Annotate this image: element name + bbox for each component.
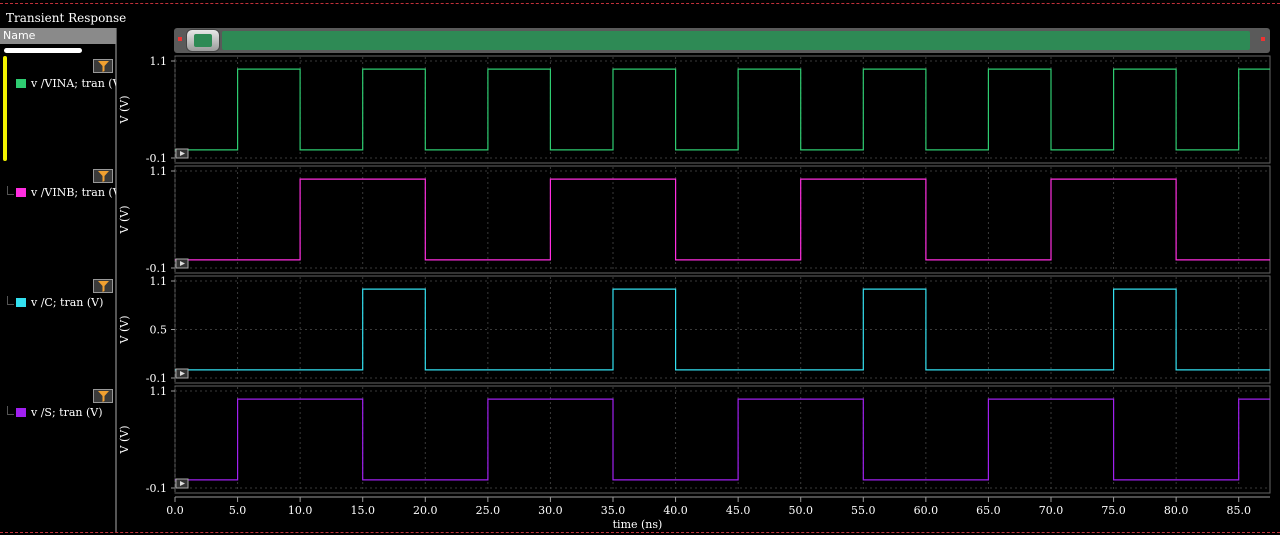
x-tick-label: 20.0: [413, 504, 438, 517]
y-tick-label: -0.1: [146, 372, 167, 385]
x-tick-label: 45.0: [726, 504, 751, 517]
y-axis-label: V (V): [118, 316, 131, 345]
plot-panel-frame: [174, 55, 1271, 164]
x-tick-label: 0.0: [166, 504, 184, 517]
x-tick-label: 5.0: [229, 504, 247, 517]
y-tick-label: 1.1: [150, 275, 168, 288]
x-tick-label: 35.0: [601, 504, 626, 517]
y-tick-label: 1.1: [150, 165, 168, 178]
x-tick-label: 40.0: [663, 504, 688, 517]
x-tick-label: 55.0: [851, 504, 876, 517]
y-axis-label: V (V): [118, 206, 131, 235]
series-line: [175, 398, 1270, 481]
x-tick-label: 10.0: [288, 504, 313, 517]
x-tick-label: 70.0: [1039, 504, 1064, 517]
x-tick-label: 15.0: [350, 504, 375, 517]
x-tick-label: 50.0: [788, 504, 813, 517]
x-tick-label: 85.0: [1226, 504, 1251, 517]
series-line: [175, 68, 1270, 151]
y-tick-label: -0.1: [146, 262, 167, 275]
x-tick-label: 60.0: [914, 504, 939, 517]
x-tick-label: 65.0: [976, 504, 1001, 517]
x-tick-label: 30.0: [538, 504, 563, 517]
y-axis-label: V (V): [118, 426, 131, 455]
y-tick-label: -0.1: [146, 482, 167, 495]
waveform-plot[interactable]: 1.1-0.1V (V)1.1-0.1V (V)1.10.5-0.1V (V)1…: [0, 0, 1280, 535]
x-tick-label: 25.0: [476, 504, 501, 517]
y-tick-label: 1.1: [150, 55, 168, 68]
x-tick-label: 80.0: [1164, 504, 1189, 517]
y-axis-label: V (V): [118, 96, 131, 125]
plot-panel-frame: [174, 385, 1271, 494]
y-tick-label: 0.5: [150, 324, 168, 337]
y-tick-label: 1.1: [150, 385, 168, 398]
x-tick-label: 75.0: [1101, 504, 1126, 517]
series-line: [175, 178, 1270, 261]
x-axis-label: time (ns): [613, 518, 663, 531]
plot-panel-frame: [174, 165, 1271, 274]
y-tick-label: -0.1: [146, 152, 167, 165]
